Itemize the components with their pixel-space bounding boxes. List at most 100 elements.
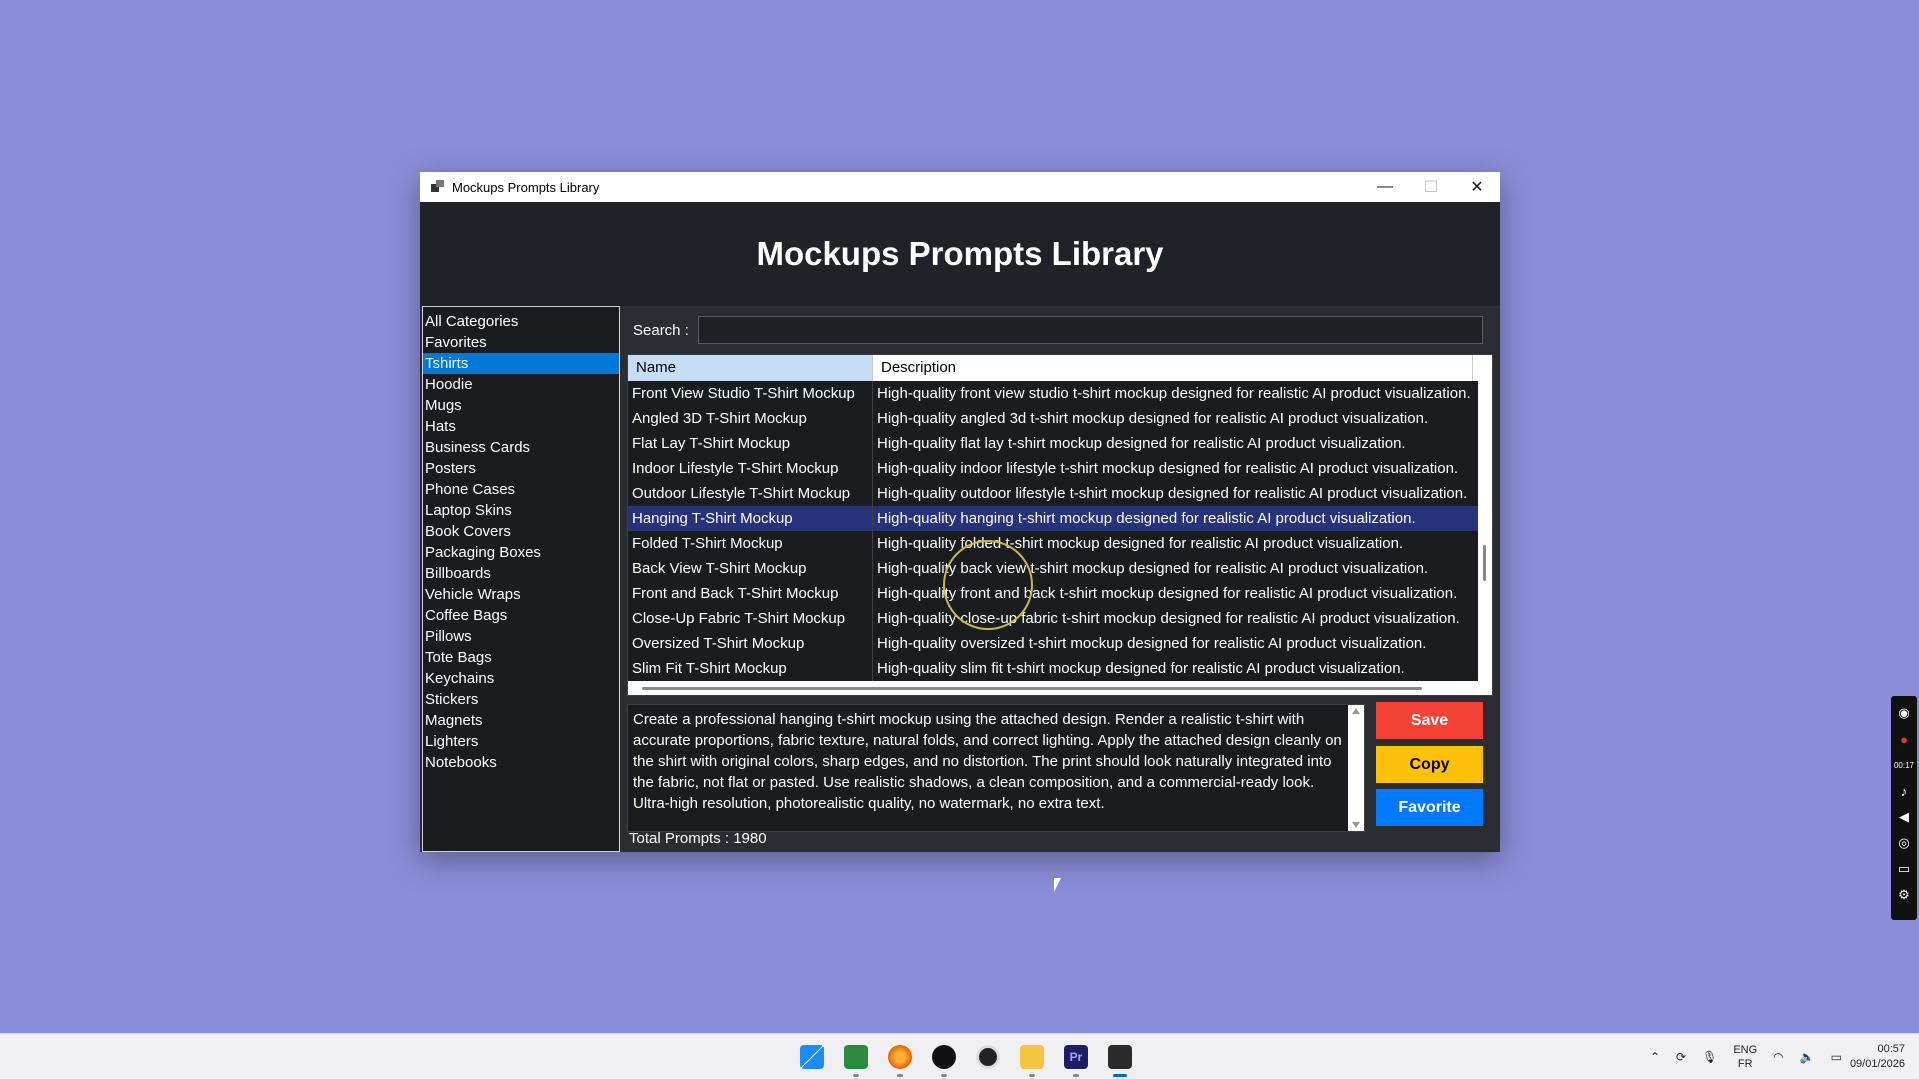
table-row[interactable]: Close-Up Fabric T-Shirt Mockup High-quali… (628, 606, 1492, 631)
premiere-icon[interactable]: Pr (1054, 1041, 1098, 1077)
close-button[interactable]: ✕ (1454, 172, 1500, 202)
cell-name: Close-Up Fabric T-Shirt Mockup (628, 606, 873, 631)
category-item[interactable]: Business Cards (423, 437, 619, 458)
category-item[interactable]: Pillows (423, 626, 619, 647)
minimize-button[interactable]: — (1362, 172, 1408, 202)
table-horizontal-scrollbar[interactable] (628, 681, 1480, 695)
cell-name: Front and Back T-Shirt Mockup (628, 581, 873, 606)
mouse-pointer-icon (1054, 878, 1061, 892)
click-highlight-ring (943, 540, 1033, 630)
microphone-icon[interactable]: 🎙 (1702, 1050, 1717, 1064)
category-item[interactable]: All Categories (423, 311, 619, 332)
table-row[interactable]: Outdoor Lifestyle T-Shirt Mockup High-qua… (628, 481, 1492, 506)
scroll-thumb[interactable] (642, 687, 1422, 690)
table-row[interactable]: Hanging T-Shirt Mockup High-quality hangi… (628, 506, 1492, 531)
screen-icon[interactable]: ▭ (1895, 860, 1913, 878)
cell-name: Oversized T-Shirt Mockup (628, 631, 873, 656)
windows-start-icon[interactable] (790, 1041, 834, 1073)
favorite-button[interactable]: Favorite (1376, 789, 1483, 826)
wifi-icon[interactable]: ◠ (1773, 1050, 1783, 1064)
category-list[interactable]: All Categories Favorites Tshirts Hoodie Mugs… (422, 306, 620, 852)
prompt-scrollbar[interactable] (1348, 705, 1364, 831)
camera-icon[interactable]: ◉ (1895, 704, 1913, 722)
category-item[interactable]: Tshirts (423, 353, 619, 374)
clock[interactable]: 00:57 09/01/2026 (1850, 1042, 1905, 1072)
scroll-down-icon[interactable] (1352, 822, 1360, 828)
table-row[interactable]: Angled 3D T-Shirt Mockup High-quality ang… (628, 406, 1492, 431)
page-title: Mockups Prompts Library (756, 235, 1164, 272)
dark-app-icon[interactable] (922, 1041, 966, 1077)
prompt-textbox[interactable]: Create a professional hanging t-shirt mo… (627, 704, 1365, 832)
category-item[interactable]: Book Covers (423, 521, 619, 542)
table-row[interactable]: Oversized T-Shirt Mockup High-quality ove… (628, 631, 1492, 656)
app-window: Mockups Prompts Library — ☐ ✕ Mockups Pr… (420, 172, 1500, 852)
category-item[interactable]: Coffee Bags (423, 605, 619, 626)
battery-icon[interactable]: ▭ (1831, 1050, 1842, 1064)
cell-name: Outdoor Lifestyle T-Shirt Mockup (628, 481, 873, 506)
cell-description: High-quality angled 3d t-shirt mockup de… (877, 410, 1429, 427)
column-header-description[interactable]: Description (873, 355, 1473, 381)
firefox-icon[interactable] (878, 1041, 922, 1077)
table-row[interactable]: Indoor Lifestyle T-Shirt Mockup High-qual… (628, 456, 1492, 481)
table-row[interactable]: Front and Back T-Shirt Mockup High-qualit… (628, 581, 1492, 606)
table-body: Front View Studio T-Shirt Mockup High-qua… (628, 381, 1492, 681)
table-row[interactable]: Front View Studio T-Shirt Mockup High-qua… (628, 381, 1492, 406)
cell-name: Angled 3D T-Shirt Mockup (628, 406, 873, 431)
speaker-icon[interactable]: ◀ (1895, 808, 1913, 826)
webcam-icon[interactable]: ◎ (1895, 834, 1913, 852)
microphone-icon[interactable]: ♪ (1895, 782, 1913, 800)
record-icon[interactable]: ● (1895, 730, 1913, 748)
table-vertical-scrollbar[interactable] (1478, 355, 1492, 695)
table-row[interactable]: Flat Lay T-Shirt Mockup High-quality flat… (628, 431, 1492, 456)
window-title: Mockups Prompts Library (452, 179, 600, 195)
cell-description: High-quality hanging t-shirt mockup desi… (877, 510, 1416, 527)
category-item[interactable]: Phone Cases (423, 479, 619, 500)
cell-name: Slim Fit T-Shirt Mockup (628, 656, 873, 681)
column-header-name[interactable]: Name (628, 355, 873, 381)
cell-description: High-quality flat lay t-shirt mockup des… (877, 435, 1406, 452)
cell-name: Hanging T-Shirt Mockup (628, 506, 873, 531)
table-row[interactable]: Folded T-Shirt Mockup High-quality folded… (628, 531, 1492, 556)
circle-app-icon[interactable] (966, 1041, 1010, 1073)
chart-app-icon[interactable] (834, 1041, 878, 1077)
copy-button[interactable]: Copy (1376, 746, 1483, 783)
category-item[interactable]: Notebooks (423, 752, 619, 773)
file-explorer-icon[interactable] (1010, 1041, 1054, 1077)
category-item[interactable]: Stickers (423, 689, 619, 710)
settings-gear-icon[interactable]: ⚙ (1895, 886, 1913, 904)
category-item[interactable]: Packaging Boxes (423, 542, 619, 563)
sync-icon[interactable]: ⟳ (1676, 1050, 1686, 1064)
category-item[interactable]: Favorites (423, 332, 619, 353)
search-label: Search : (633, 322, 689, 339)
category-item[interactable]: Hats (423, 416, 619, 437)
scroll-up-icon[interactable] (1352, 708, 1360, 714)
record-timer: 00:17 (1893, 760, 1915, 770)
search-input[interactable] (698, 316, 1483, 344)
title-bar[interactable]: Mockups Prompts Library — ☐ ✕ (420, 172, 1500, 202)
cell-description: High-quality indoor lifestyle t-shirt mo… (877, 460, 1459, 477)
cell-name: Indoor Lifestyle T-Shirt Mockup (628, 456, 873, 481)
table-row[interactable]: Slim Fit T-Shirt Mockup High-quality slim… (628, 656, 1492, 681)
scroll-thumb[interactable] (1483, 545, 1486, 581)
category-item[interactable]: Magnets (423, 710, 619, 731)
cell-description: High-quality front view studio t-shirt m… (877, 385, 1471, 402)
table-row[interactable]: Back View T-Shirt Mockup High-quality bac… (628, 556, 1492, 581)
category-item[interactable]: Laptop Skins (423, 500, 619, 521)
category-item[interactable]: Keychains (423, 668, 619, 689)
save-button[interactable]: Save (1376, 702, 1483, 739)
volume-icon[interactable]: 🔈 (1800, 1050, 1815, 1064)
maximize-button[interactable]: ☐ (1408, 172, 1454, 202)
prompts-library-icon[interactable] (1098, 1041, 1142, 1077)
total-prompts-label: Total Prompts : 1980 (629, 830, 767, 847)
category-item[interactable]: Lighters (423, 731, 619, 752)
category-item[interactable]: Posters (423, 458, 619, 479)
category-item[interactable]: Mugs (423, 395, 619, 416)
category-item[interactable]: Tote Bags (423, 647, 619, 668)
category-item[interactable]: Billboards (423, 563, 619, 584)
category-item[interactable]: Vehicle Wraps (423, 584, 619, 605)
language-indicator[interactable]: ENG FR (1733, 1043, 1757, 1071)
chevron-up-icon[interactable]: ⌃ (1650, 1050, 1660, 1064)
prompts-table[interactable]: Name Description Front View Studio T-Shi… (627, 354, 1493, 696)
system-tray: ⌃ ⟳ 🎙 ENG FR ◠ 🔈 ▭ 00:57 09/01/2026 (1642, 1034, 1919, 1079)
category-item[interactable]: Hoodie (423, 374, 619, 395)
